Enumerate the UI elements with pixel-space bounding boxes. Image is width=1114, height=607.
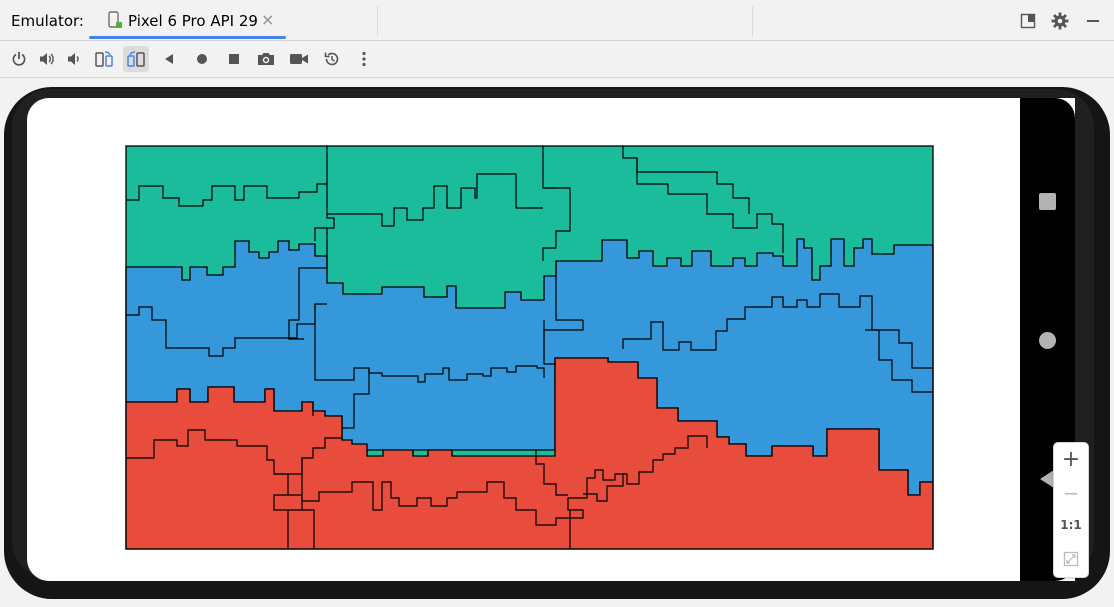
device-icon	[108, 11, 122, 29]
overview-icon[interactable]	[221, 46, 247, 72]
minimize-icon[interactable]	[1082, 10, 1104, 32]
back-icon[interactable]	[156, 46, 182, 72]
window-layout-icon[interactable]	[1017, 10, 1039, 32]
home-nav-button[interactable]	[1039, 332, 1056, 349]
home-icon[interactable]	[189, 46, 215, 72]
zoom-in-button[interactable]: +	[1054, 443, 1088, 475]
screenshot-camera-icon[interactable]	[253, 46, 279, 72]
settings-gear-icon[interactable]	[1049, 10, 1071, 32]
tab-separator	[377, 6, 378, 36]
volume-up-icon[interactable]	[34, 46, 60, 72]
tab-selected-indicator	[89, 36, 286, 39]
zoom-controls: + − 1:1	[1053, 442, 1089, 578]
volume-down-icon[interactable]	[61, 46, 87, 72]
snapshot-history-icon[interactable]	[319, 46, 345, 72]
tab-close-icon[interactable]: ×	[261, 10, 274, 29]
more-options-icon[interactable]	[351, 46, 377, 72]
emulator-toolbar	[0, 41, 1114, 78]
emulator-viewport: + − 1:1	[0, 78, 1114, 607]
zoom-fit-icon[interactable]	[1054, 543, 1088, 575]
rotate-left-icon[interactable]	[91, 46, 117, 72]
zoom-actual-size-button[interactable]: 1:1	[1054, 509, 1088, 541]
screen-record-icon[interactable]	[286, 46, 312, 72]
recents-nav-button[interactable]	[1039, 193, 1056, 210]
tab-separator	[752, 6, 753, 36]
power-icon[interactable]	[6, 46, 32, 72]
back-nav-button[interactable]	[1040, 470, 1054, 488]
emulator-label: Emulator:	[11, 12, 84, 30]
rotate-right-icon[interactable]	[123, 46, 149, 72]
device-screen[interactable]	[27, 98, 1075, 581]
device-tab-title: Pixel 6 Pro API 29	[128, 12, 258, 30]
device-tab[interactable]: Pixel 6 Pro API 29 ×	[89, 0, 286, 40]
zoom-out-button[interactable]: −	[1054, 477, 1088, 509]
emulator-tab-bar: Emulator: Pixel 6 Pro API 29 ×	[0, 0, 1114, 41]
puzzle-map[interactable]	[27, 98, 1075, 581]
